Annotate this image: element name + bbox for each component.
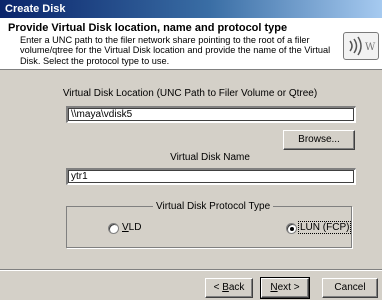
- back-label-text: ack: [228, 282, 245, 293]
- svg-text:W: W: [365, 42, 376, 53]
- button-separator: [0, 269, 382, 271]
- back-access-key: B: [222, 282, 229, 293]
- cancel-button[interactable]: Cancel: [322, 278, 378, 298]
- vld-access-key: V: [122, 222, 129, 233]
- wizard-header: Provide Virtual Disk location, name and …: [0, 18, 382, 70]
- next-label-text: ext >: [277, 282, 300, 293]
- create-disk-window: Create Disk Provide Virtual Disk locatio…: [0, 0, 382, 300]
- lun-radio-dot: [290, 227, 294, 231]
- back-prefix: <: [213, 282, 223, 293]
- header-description: Enter a UNC path to the filer network sh…: [20, 35, 331, 66]
- window-title: Create Disk: [5, 3, 66, 15]
- back-button[interactable]: < Back: [205, 278, 253, 298]
- header-title: Provide Virtual Disk location, name and …: [8, 22, 288, 34]
- browse-button[interactable]: Browse...: [283, 130, 355, 150]
- lun-radio-label[interactable]: LUN (FCP): [297, 221, 352, 234]
- location-input[interactable]: \\maya\vdisk5: [66, 106, 356, 123]
- vld-radio-label[interactable]: VLD: [122, 222, 141, 233]
- disk-logo-icon: W: [343, 32, 379, 60]
- lun-label-text: LUN (FCP): [297, 221, 352, 234]
- vld-label-text: LD: [128, 222, 142, 233]
- vld-radio[interactable]: [108, 223, 119, 234]
- title-bar[interactable]: Create Disk: [0, 0, 382, 18]
- next-button[interactable]: Next >: [260, 277, 310, 299]
- next-access-key: N: [270, 282, 278, 293]
- protocol-group-label: Virtual Disk Protocol Type: [153, 201, 274, 212]
- name-input[interactable]: ytr1: [66, 168, 356, 185]
- location-label: Virtual Disk Location (UNC Path to Filer…: [62, 88, 318, 99]
- name-label: Virtual Disk Name: [170, 152, 250, 163]
- lun-radio[interactable]: [286, 223, 297, 234]
